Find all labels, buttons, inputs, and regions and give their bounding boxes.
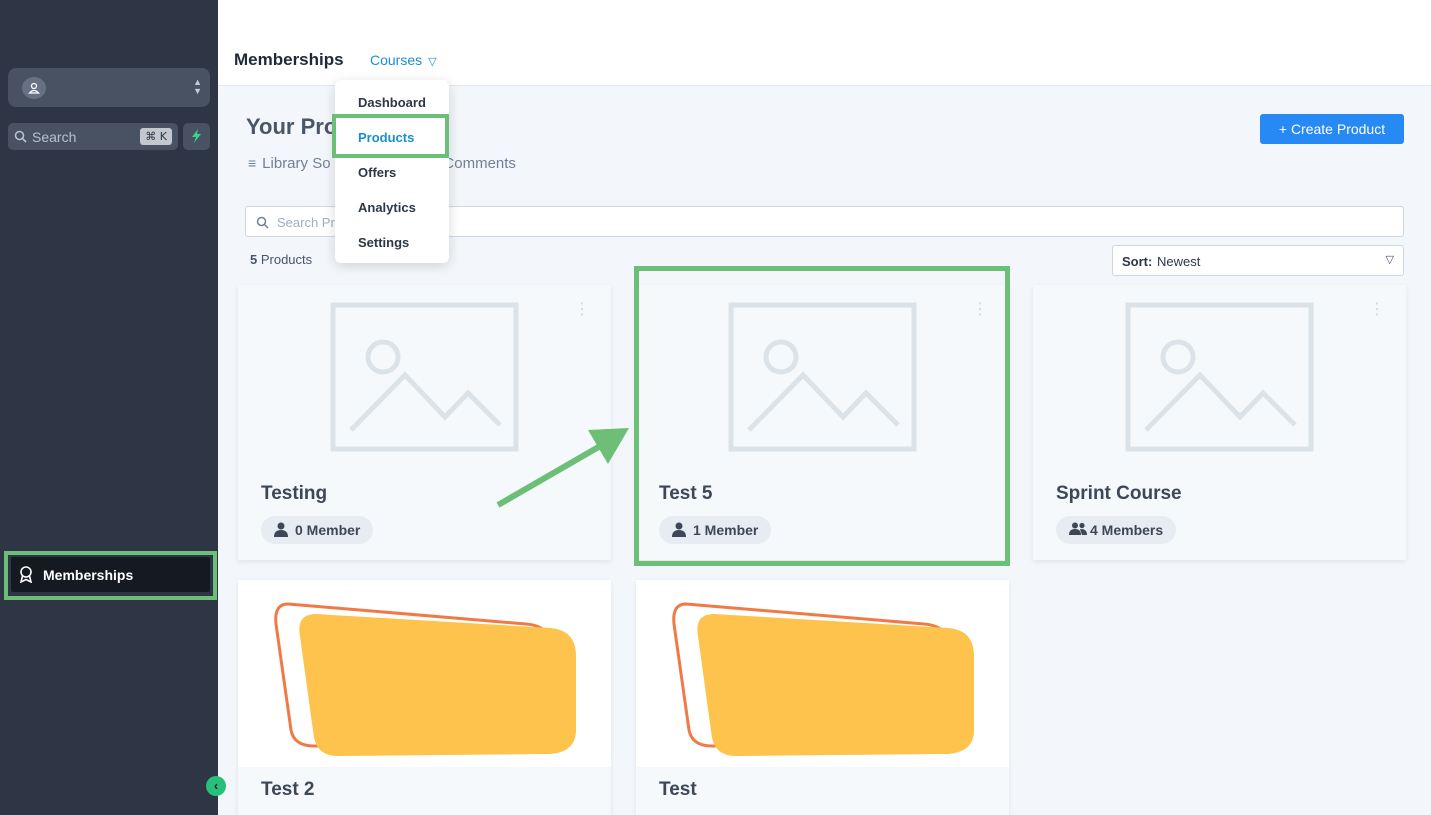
menu-item-analytics[interactable]: Analytics [358,200,416,215]
menu-item-dashboard[interactable]: Dashboard [358,95,426,110]
lightning-icon [192,129,201,143]
products-highlight-box [332,114,449,158]
menu-item-settings[interactable]: Settings [358,235,409,250]
product-card[interactable]: Test 2 [238,580,611,815]
product-card[interactable]: Test [636,580,1009,815]
user-circle-icon [22,77,46,99]
users-icon [1069,522,1087,535]
sidebar-search[interactable]: Search ⌘ K [8,123,178,150]
section-heading: Your Pro [246,114,338,139]
member-count: 4 Members [1090,522,1164,538]
member-count-badge: 0 Member [261,516,374,544]
list-icon: ≡ [248,155,257,171]
kebab-menu-icon[interactable]: ⋮ [1369,299,1385,319]
sidebar-item-memberships[interactable]: Memberships [11,557,210,592]
chevron-up-down-icon: ▲ ▼ [193,77,202,96]
product-count: 5 Products [250,252,312,267]
tab-courses-label: Courses [370,52,423,68]
card-highlight-box [634,266,1010,566]
card-title: Testing [261,483,328,504]
shortcut-hint: ⌘ K [140,128,172,145]
page-title: Memberships [234,50,344,69]
sort-value: Newest [1157,254,1201,269]
card-title: Test [659,779,697,800]
card-title: Sprint Course [1056,483,1182,504]
subnav-library-sort[interactable]: Library So [262,155,330,172]
image-placeholder-icon [1125,302,1314,452]
search-placeholder: Search Pr [277,215,335,230]
courses-dropdown-menu: Dashboard Products Offers Analytics Sett… [335,80,449,263]
top-header: Memberships Courses ▽ [218,0,1431,86]
chevron-left-icon[interactable]: ‹ [206,776,226,796]
sidebar-search-placeholder: Search [32,129,77,145]
course-thumbnail [238,580,611,767]
annotation-arrow-icon [496,428,629,508]
card-title: Test 2 [261,779,315,800]
product-count-label: Products [257,252,313,267]
sort-label: Sort: [1122,254,1153,269]
user-icon [274,522,288,537]
menu-item-offers[interactable]: Offers [358,165,396,180]
member-count-badge: 4 Members [1056,516,1177,544]
member-count: 0 Member [295,522,361,538]
product-card[interactable]: ⋮ Sprint Course 4 Members [1033,285,1406,560]
award-badge-icon [19,566,33,583]
sidebar-item-label: Memberships [43,567,134,583]
sidebar: ▲ ▼ Search ⌘ K Memberships [0,0,218,815]
tab-courses[interactable]: Courses ▽ [370,52,437,68]
course-thumbnail [636,580,1009,767]
chevron-down-icon: ▽ [428,56,437,68]
quick-action-button[interactable] [183,123,210,150]
search-icon [14,130,27,143]
search-icon [256,216,269,229]
account-switcher[interactable]: ▲ ▼ [8,68,210,107]
sort-select[interactable]: Sort: Newest ▽ [1112,245,1404,276]
create-product-button[interactable]: + Create Product [1260,114,1404,144]
chevron-down-icon: ▽ [1385,254,1394,266]
kebab-menu-icon[interactable]: ⋮ [574,299,590,319]
